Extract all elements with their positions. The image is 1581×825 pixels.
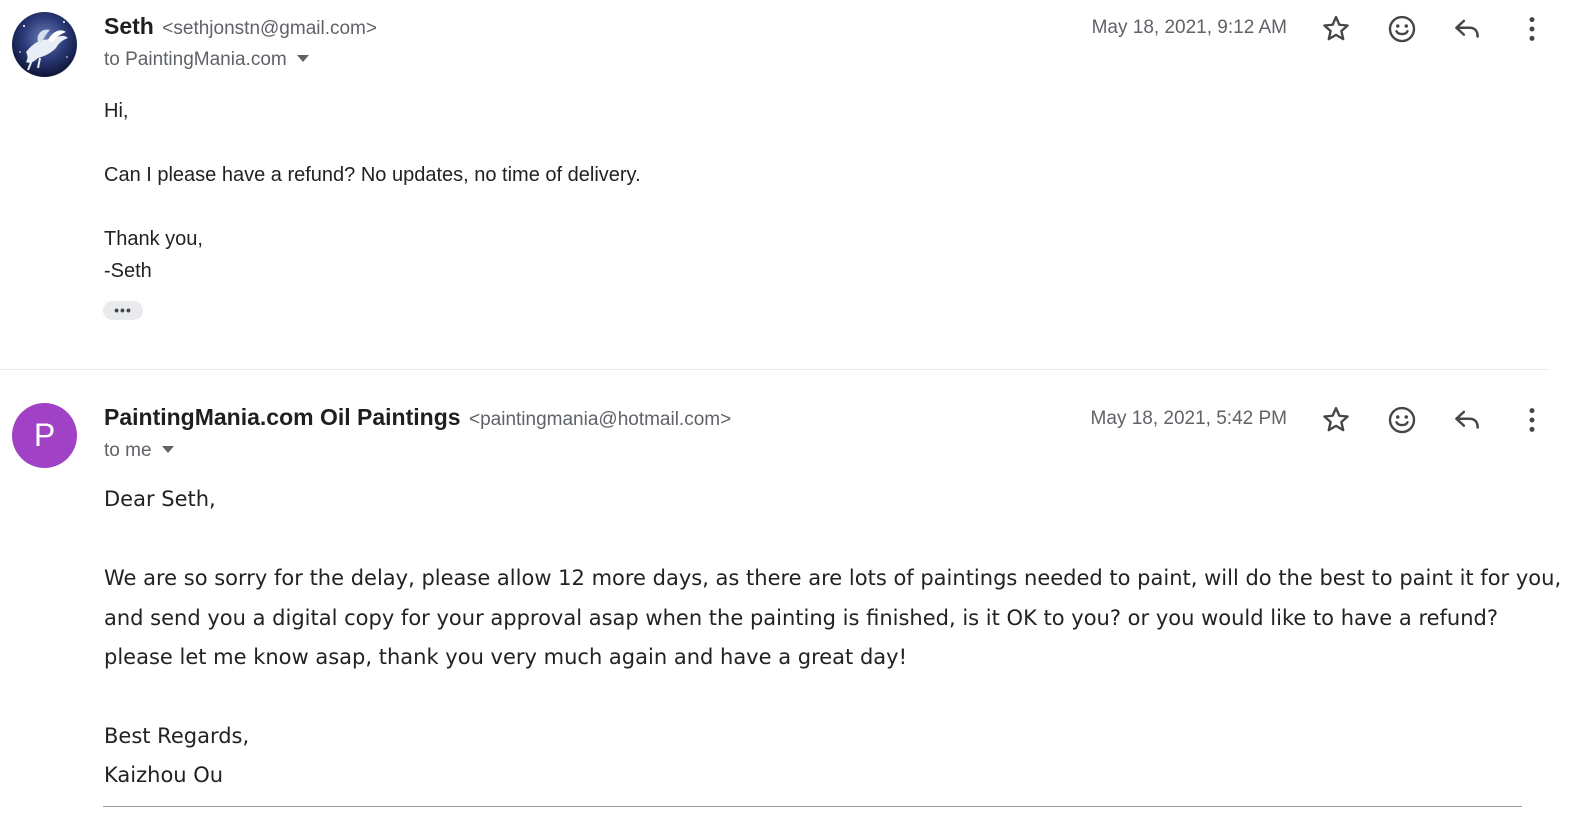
add-reaction-button[interactable] bbox=[1385, 403, 1419, 437]
body-signature: -Seth bbox=[104, 260, 152, 282]
star-icon bbox=[1323, 15, 1349, 41]
email-message-1: Seth <sethjonstn@gmail.com> to PaintingM… bbox=[0, 0, 1581, 370]
more-options-button[interactable] bbox=[1515, 403, 1549, 437]
reply-button[interactable] bbox=[1450, 12, 1484, 46]
show-trimmed-content-button[interactable]: ••• bbox=[103, 301, 143, 320]
sender-name[interactable]: Seth bbox=[104, 13, 154, 39]
more-vert-icon bbox=[1529, 17, 1535, 41]
recipient-line[interactable]: to me bbox=[104, 440, 174, 462]
body-signature: Kaizhou Ou bbox=[104, 763, 224, 787]
message-timestamp: May 18, 2021, 5:42 PM bbox=[1090, 408, 1287, 429]
body-greeting: Dear Seth, bbox=[104, 487, 216, 511]
signature-divider bbox=[103, 806, 1522, 807]
reply-icon bbox=[1455, 410, 1479, 429]
sender-email: <sethjonstn@gmail.com> bbox=[162, 18, 377, 39]
message-body: Hi, Can I please have a refund? No updat… bbox=[104, 95, 641, 287]
reply-icon bbox=[1455, 19, 1479, 38]
emoji-icon bbox=[1388, 406, 1416, 434]
message-body: Dear Seth, We are so sorry for the delay… bbox=[104, 480, 1564, 796]
star-button[interactable] bbox=[1319, 12, 1353, 46]
recipient-line[interactable]: to PaintingMania.com bbox=[104, 49, 309, 71]
sender-name[interactable]: PaintingMania.com Oil Paintings bbox=[104, 404, 461, 430]
message-timestamp: May 18, 2021, 9:12 AM bbox=[1091, 17, 1287, 38]
chevron-down-icon[interactable] bbox=[161, 446, 174, 454]
sender-avatar[interactable]: P bbox=[12, 403, 77, 468]
sender-email: <paintingmania@hotmail.com> bbox=[469, 409, 732, 430]
emoji-icon bbox=[1388, 15, 1416, 43]
sender-avatar[interactable] bbox=[12, 12, 77, 77]
body-closing: Thank you, bbox=[104, 228, 203, 250]
avatar-photo bbox=[12, 12, 77, 77]
email-message-2: P PaintingMania.com Oil Paintings <paint… bbox=[0, 370, 1581, 825]
more-vert-icon bbox=[1529, 408, 1535, 432]
avatar-letter: P bbox=[33, 417, 56, 453]
body-closing: Best Regards, bbox=[104, 723, 250, 748]
recipient-text: to me bbox=[104, 440, 152, 461]
chevron-down-icon[interactable] bbox=[296, 55, 309, 63]
sender-line: Seth <sethjonstn@gmail.com> bbox=[104, 13, 377, 40]
star-button[interactable] bbox=[1319, 403, 1353, 437]
star-icon bbox=[1323, 406, 1349, 432]
body-text: We are so sorry for the delay, please al… bbox=[104, 566, 1562, 669]
more-options-button[interactable] bbox=[1515, 12, 1549, 46]
body-greeting: Hi, bbox=[104, 100, 129, 122]
reply-button[interactable] bbox=[1450, 403, 1484, 437]
body-text: Can I please have a refund? No updates, … bbox=[104, 164, 641, 186]
sender-line: PaintingMania.com Oil Paintings <paintin… bbox=[104, 404, 731, 431]
recipient-text: to PaintingMania.com bbox=[104, 49, 287, 70]
add-reaction-button[interactable] bbox=[1385, 12, 1419, 46]
